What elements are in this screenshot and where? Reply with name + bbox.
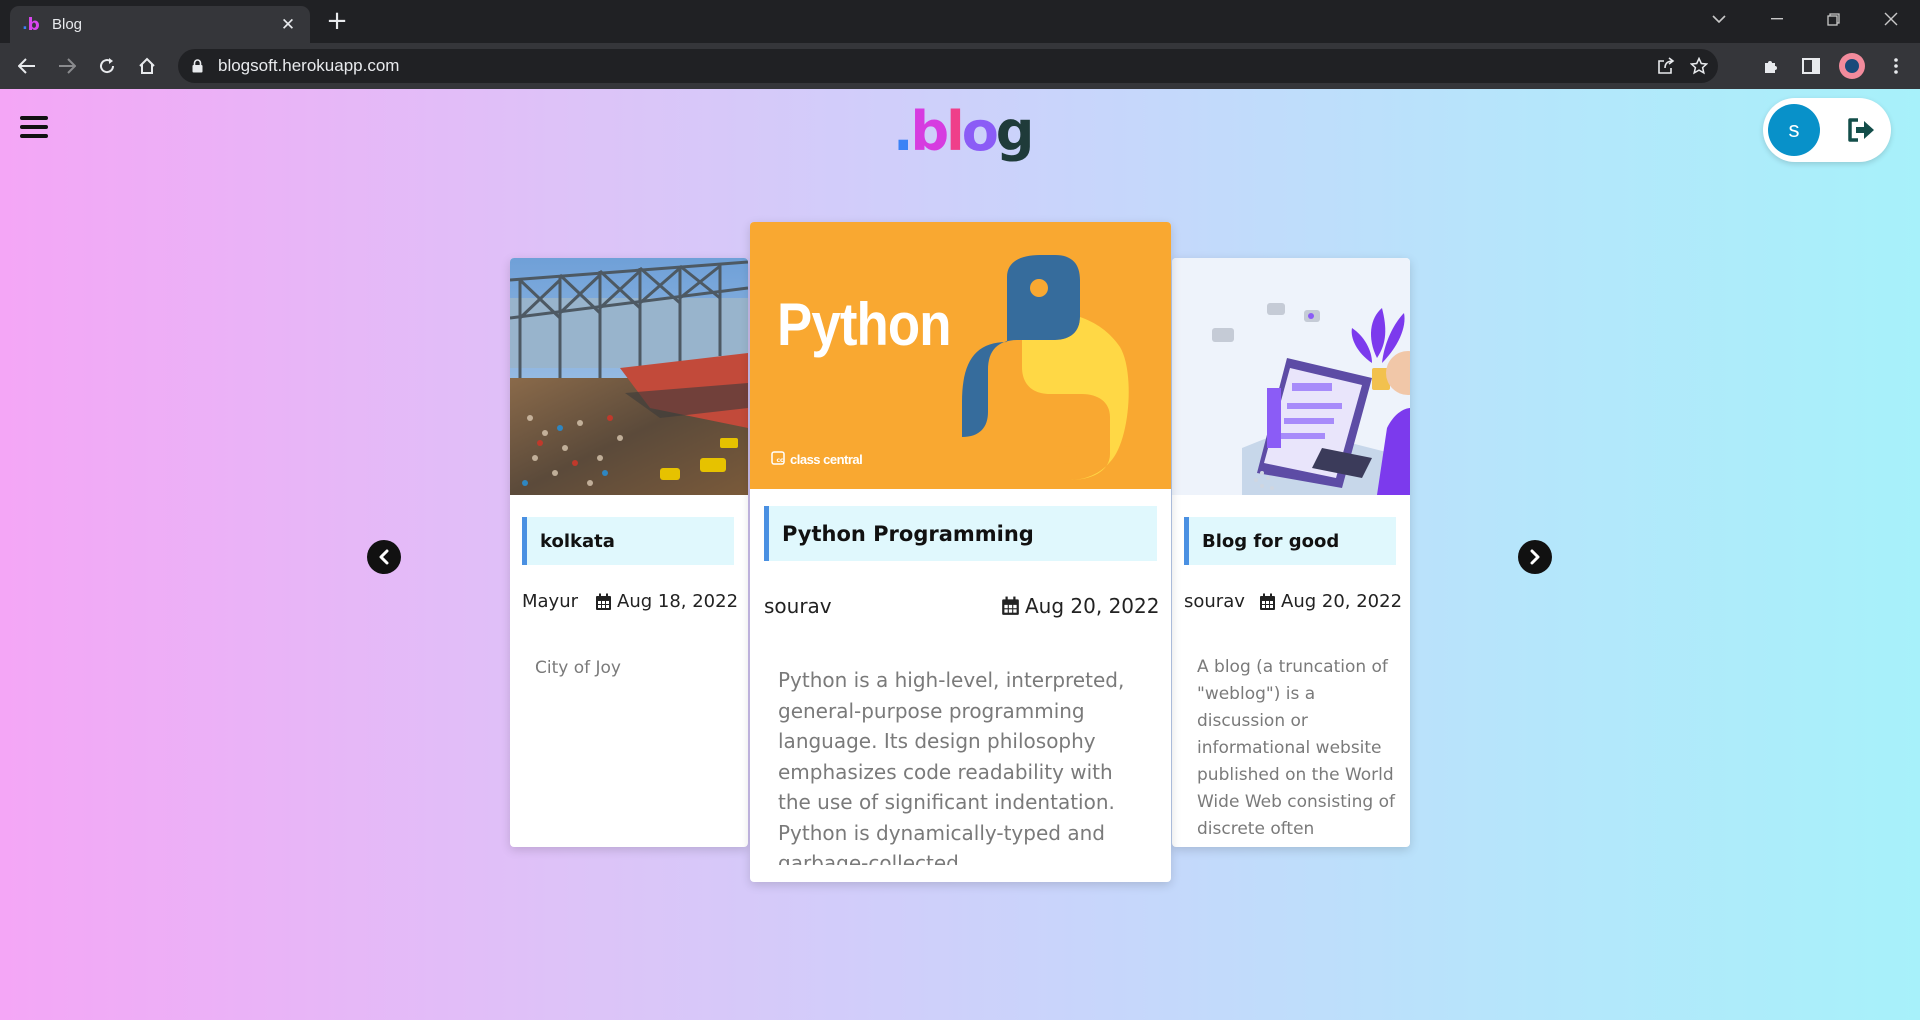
logo-letter-l: l [946, 100, 964, 163]
chevron-left-icon [379, 549, 389, 565]
svg-text:cc: cc [776, 457, 784, 464]
blogger-illustration-image [1172, 258, 1410, 495]
tab-close-icon[interactable]: ✕ [278, 15, 298, 35]
blog-card-kolkata[interactable]: kolkata Mayur Aug 18, 2022 City of Joy [510, 258, 748, 847]
forward-icon[interactable] [51, 50, 83, 82]
hamburger-menu-icon[interactable] [20, 116, 48, 138]
new-tab-icon[interactable]: + [325, 8, 349, 34]
blog-card-blog-for-good[interactable]: Blog for good sourav Aug 20, 2022 A blog… [1172, 258, 1410, 847]
blog-favicon-icon: .b [22, 14, 40, 35]
logo-letter-g: g [995, 100, 1035, 163]
card-author: sourav [1184, 591, 1245, 612]
card-description: A blog (a truncation of "weblog") is a d… [1197, 657, 1395, 837]
card-date-text: Aug 20, 2022 [1025, 594, 1160, 618]
card-date-text: Aug 20, 2022 [1281, 591, 1403, 612]
python-cover-image: cc Python class central [750, 222, 1171, 489]
browser-tabstrip: .b Blog ✕ + [0, 0, 1920, 43]
tab-search-icon[interactable] [1704, 4, 1734, 34]
extensions-icon[interactable] [1755, 50, 1787, 82]
card-description: Python is a high-level, interpreted, gen… [778, 668, 1125, 865]
restore-icon[interactable] [1818, 4, 1848, 34]
browser-menu-icon[interactable] [1880, 50, 1912, 82]
logo-letter-b: b [910, 100, 950, 163]
user-menu: s [1763, 98, 1891, 162]
url-text: blogsoft.herokuapp.com [218, 56, 400, 75]
python-image-title: Python [777, 291, 952, 358]
calendar-icon [1002, 596, 1019, 615]
blog-card-python-programming[interactable]: cc Python class central Python Programmi… [750, 222, 1171, 882]
card-title[interactable]: Blog for good [1184, 517, 1396, 565]
browser-toolbar: blogsoft.herokuapp.com [0, 43, 1920, 89]
side-panel-icon[interactable] [1795, 50, 1827, 82]
card-description: City of Joy [535, 658, 621, 678]
chevron-right-icon [1530, 549, 1540, 565]
card-date: Aug 18, 2022 [595, 591, 738, 612]
share-icon[interactable] [1654, 54, 1678, 78]
back-icon[interactable] [11, 50, 43, 82]
reload-icon[interactable] [91, 50, 123, 82]
home-icon[interactable] [131, 50, 163, 82]
logo-dot: . [893, 100, 913, 163]
card-title[interactable]: kolkata [522, 517, 734, 565]
card-date: Aug 20, 2022 [1259, 591, 1402, 612]
card-date: Aug 20, 2022 [1001, 594, 1159, 618]
address-bar[interactable]: blogsoft.herokuapp.com [178, 49, 1718, 83]
kolkata-bridge-image [510, 258, 748, 495]
close-window-icon[interactable] [1876, 4, 1906, 34]
browser-tab[interactable]: .b Blog ✕ [10, 6, 310, 43]
profile-avatar-icon[interactable] [1836, 50, 1868, 82]
bookmark-star-icon[interactable] [1687, 54, 1711, 78]
calendar-icon [1260, 593, 1275, 610]
card-date-text: Aug 18, 2022 [617, 591, 739, 612]
logout-icon[interactable] [1846, 117, 1876, 143]
carousel-prev-button[interactable] [367, 540, 401, 574]
class-central-caption: class central [790, 452, 863, 467]
tab-title: Blog [52, 16, 83, 33]
calendar-icon [596, 593, 611, 610]
logo-letter-o: o [961, 100, 999, 163]
page-content: .blog s kolkata Mayur Aug 18, 2022 City … [0, 89, 1920, 1020]
blog-logo[interactable]: .blog [893, 97, 1034, 167]
card-author: sourav [764, 594, 832, 618]
lock-icon[interactable] [192, 58, 203, 77]
user-avatar[interactable]: s [1768, 104, 1820, 156]
carousel-next-button[interactable] [1518, 540, 1552, 574]
card-title[interactable]: Python Programming [764, 506, 1157, 561]
card-author: Mayur [522, 591, 579, 612]
minimize-icon[interactable] [1762, 4, 1792, 34]
